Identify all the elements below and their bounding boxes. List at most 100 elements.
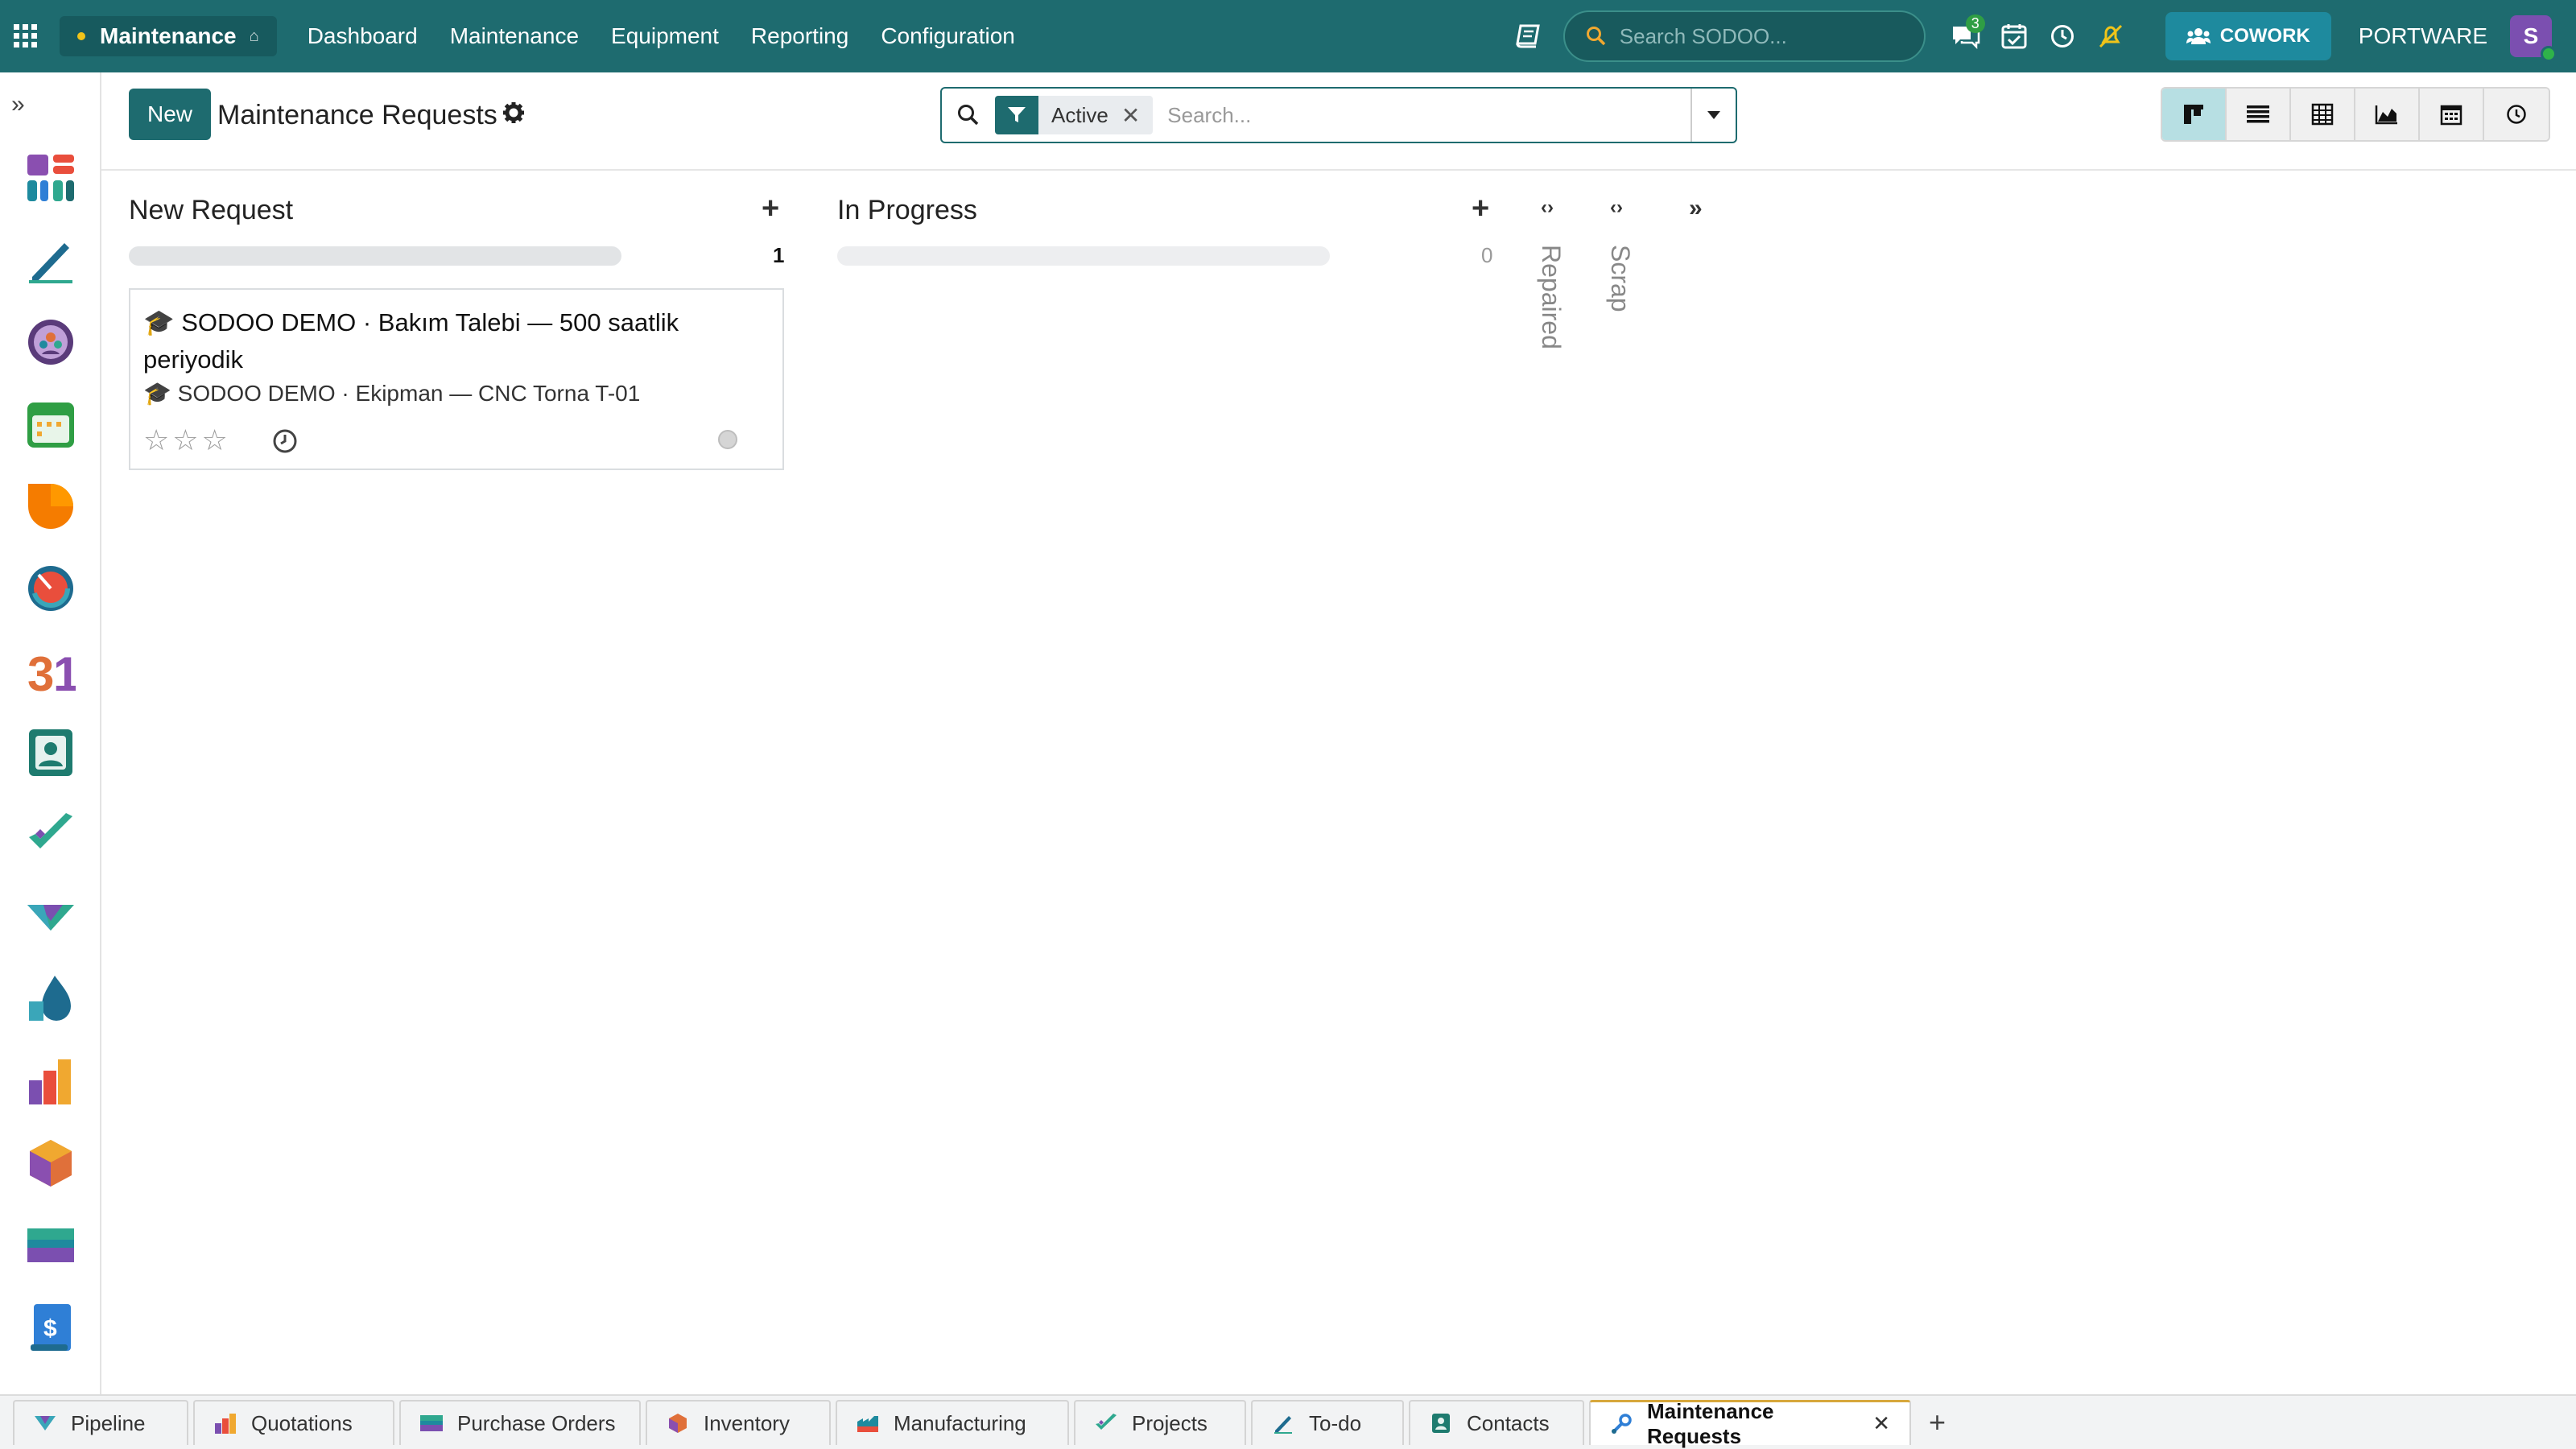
users-icon [2186, 28, 2211, 44]
svg-text:1: 1 [53, 647, 76, 696]
tab-todo[interactable]: To-do [1251, 1400, 1404, 1445]
activity-view-icon[interactable] [2484, 89, 2549, 140]
filter-icon [995, 96, 1038, 134]
page-title: Maintenance Requests [217, 100, 497, 130]
add-column-chevron-icon[interactable]: » [1689, 195, 1703, 222]
pivot-view-icon[interactable] [2291, 89, 2355, 140]
tab-contacts[interactable]: Contacts [1409, 1400, 1584, 1445]
column-progress-bar[interactable] [129, 246, 621, 266]
menu-equipment[interactable]: Equipment [595, 23, 735, 49]
tab-label: Pipeline [71, 1410, 146, 1435]
projects-icon [1095, 1412, 1117, 1435]
menu-reporting[interactable]: Reporting [735, 23, 865, 49]
sidebar-app-team-icon[interactable] [0, 301, 101, 383]
sidebar-app-discuss-icon[interactable] [0, 465, 101, 547]
sidebar-app-calendar-icon[interactable] [0, 383, 101, 465]
current-app-name: Maintenance [100, 23, 237, 48]
tab-projects[interactable]: Projects [1074, 1400, 1246, 1445]
tab-manufacturing[interactable]: Manufacturing [836, 1400, 1069, 1445]
sidebar-app-dashboard-icon[interactable] [0, 137, 101, 219]
column-title-new-request[interactable]: New Request [129, 195, 293, 226]
close-tab-close-icon[interactable]: ✕ [1872, 1411, 1890, 1436]
pipeline-icon [34, 1412, 56, 1435]
new-button[interactable]: New [129, 89, 211, 140]
sidebar-app-contacts-icon[interactable] [0, 712, 101, 794]
column-count: 1 [773, 243, 785, 267]
sidebar-expand-icon[interactable]: » [0, 72, 100, 137]
card-equipment: 🎓 SODOO DEMO · Ekipman — CNC Torna T-01 [143, 381, 641, 406]
tab-maintenance-requests[interactable]: Maintenance Requests ✕ [1589, 1399, 1911, 1448]
global-search-placeholder: Search SODOO... [1619, 23, 1787, 48]
kanban-view-icon[interactable] [2162, 89, 2227, 140]
unfold-column-icon[interactable]: ‹› [1610, 196, 1623, 219]
global-search-input[interactable]: Search SODOO... [1563, 10, 1926, 62]
search-icon [1586, 27, 1606, 46]
clock-icon[interactable] [2038, 0, 2087, 72]
sidebar-app-timesheet-icon[interactable] [0, 547, 101, 630]
inventory-icon [667, 1412, 689, 1435]
online-status-dot [2541, 46, 2557, 62]
facet-label: Active [1051, 102, 1108, 127]
sidebar-app-todo-icon[interactable] [0, 219, 101, 301]
kanban-card[interactable]: 🎓 SODOO DEMO · Bakım Talebi — 500 saatli… [129, 288, 784, 470]
calendar-view-icon[interactable] [2420, 89, 2484, 140]
column-progress-bar[interactable] [837, 246, 1330, 266]
app-status-dot [77, 32, 85, 40]
current-app-button[interactable]: Maintenance ⌂ [60, 16, 277, 56]
folded-column-repaired[interactable]: Repaired [1536, 245, 1566, 349]
menu-dashboard[interactable]: Dashboard [291, 23, 434, 49]
knowledge-book-icon[interactable] [1504, 0, 1552, 72]
tab-pipeline[interactable]: Pipeline [13, 1400, 188, 1445]
tab-purchase-orders[interactable]: Purchase Orders [399, 1400, 641, 1445]
apps-sidebar: » 31 $ [0, 72, 101, 1394]
main-menu: Dashboard Maintenance Equipment Reportin… [291, 23, 1031, 49]
user-avatar[interactable]: S [2510, 15, 2557, 62]
sidebar-app-calendar31-icon[interactable]: 31 [0, 630, 101, 712]
menu-maintenance[interactable]: Maintenance [434, 23, 595, 49]
sidebar-app-inventory-icon[interactable] [0, 1122, 101, 1204]
home-icon: ⌂ [249, 27, 259, 45]
control-panel: New Maintenance Requests Active ✕ Search… [101, 72, 2576, 171]
tab-label: Manufacturing [894, 1410, 1026, 1435]
quotations-icon [214, 1412, 237, 1435]
sidebar-app-projects-icon[interactable] [0, 794, 101, 876]
active-filter-facet[interactable]: Active ✕ [995, 96, 1154, 134]
quick-create-plus-icon[interactable]: + [762, 192, 779, 226]
tab-quotations[interactable]: Quotations [193, 1400, 394, 1445]
folded-column-scrap[interactable]: Scrap [1605, 245, 1635, 312]
contacts-icon [1430, 1412, 1452, 1435]
company-switcher[interactable]: PORTWARE [2359, 23, 2487, 49]
kanban-board: New Request + 1 🎓 SODOO DEMO · Bakım Tal… [101, 172, 2576, 1394]
svg-text:$: $ [43, 1315, 57, 1342]
maintenance-icon [1610, 1413, 1633, 1435]
unfold-column-icon[interactable]: ‹› [1541, 196, 1554, 219]
quick-create-plus-icon[interactable]: + [1472, 192, 1489, 226]
column-count: 0 [1481, 243, 1493, 267]
messages-icon[interactable]: 3 [1942, 0, 1990, 72]
list-view-icon[interactable] [2227, 89, 2291, 140]
tab-label: Quotations [251, 1410, 353, 1435]
sidebar-app-sales-icon[interactable] [0, 1040, 101, 1122]
tab-label: Inventory [704, 1410, 790, 1435]
activity-clock-icon[interactable] [272, 428, 298, 458]
tab-inventory[interactable]: Inventory [646, 1400, 831, 1445]
remove-facet-close-icon[interactable]: ✕ [1121, 102, 1153, 129]
sidebar-app-helpdesk-icon[interactable] [0, 958, 101, 1040]
app-menu-grid-icon[interactable] [0, 0, 52, 72]
priority-stars-icon[interactable]: ☆☆☆ [143, 423, 231, 457]
sidebar-app-invoicing-icon[interactable]: $ [0, 1286, 101, 1368]
search-input[interactable]: Search... [1167, 103, 1690, 128]
sidebar-app-crm-icon[interactable] [0, 876, 101, 958]
graph-view-icon[interactable] [2355, 89, 2420, 140]
activity-bell-icon[interactable] [2087, 0, 2135, 72]
sidebar-app-purchase-icon[interactable] [0, 1204, 101, 1286]
add-tab-plus-icon[interactable]: + [1929, 1406, 1946, 1439]
cowork-button[interactable]: COWORK [2165, 12, 2331, 60]
column-title-in-progress[interactable]: In Progress [837, 195, 977, 226]
gear-icon[interactable] [502, 101, 525, 128]
menu-configuration[interactable]: Configuration [865, 23, 1031, 49]
search-icon[interactable] [942, 104, 995, 126]
calendar-check-icon[interactable] [1990, 0, 2038, 72]
kanban-state-dot[interactable] [718, 430, 737, 449]
search-options-dropdown-icon[interactable] [1690, 89, 1736, 142]
